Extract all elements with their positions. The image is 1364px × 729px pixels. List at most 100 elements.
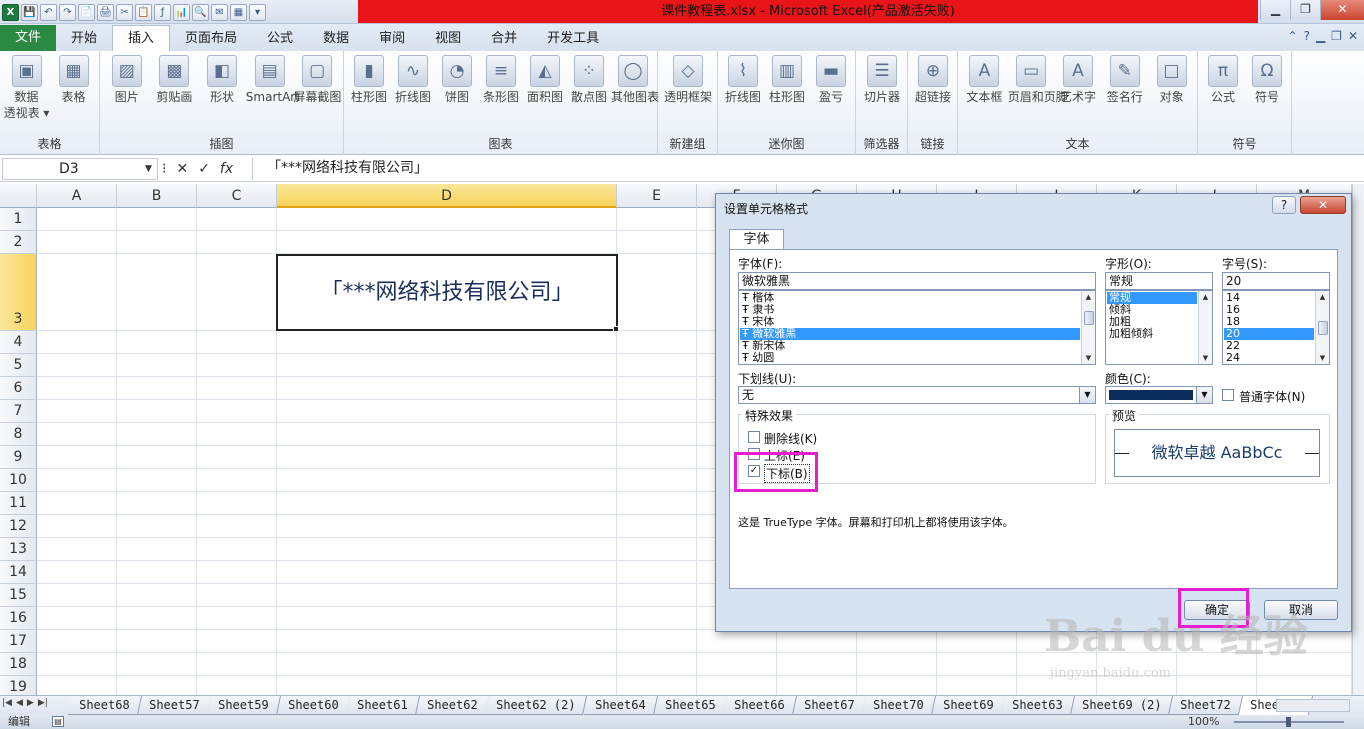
ribbon-button-2-1[interactable]: ∿ 折线图	[391, 55, 435, 105]
row-header-5[interactable]: 5	[0, 354, 37, 377]
first-sheet-icon[interactable]: |◀	[2, 698, 12, 708]
ribbon-button-5-0[interactable]: ☰ 切片器	[859, 55, 905, 105]
horizontal-scrollbar[interactable]	[1276, 699, 1350, 712]
list-item[interactable]: Ŧ 幼圆	[740, 352, 1080, 364]
sheet-tab-Sheet62[interactable]: Sheet62	[415, 696, 490, 715]
fill-handle[interactable]	[613, 326, 619, 332]
scroll-up-icon[interactable]: ▲	[1316, 291, 1329, 303]
ribbon-button-0-1[interactable]: ▦ 表格	[50, 55, 97, 105]
strikethrough-checkbox[interactable]	[748, 431, 760, 443]
sheet-tab-Sheet63[interactable]: Sheet63	[1001, 696, 1076, 715]
scroll-thumb[interactable]	[1318, 321, 1328, 335]
ribbon-button-4-1[interactable]: ▥ 柱形图	[765, 55, 809, 105]
row-header-16[interactable]: 16	[0, 607, 37, 630]
column-header-D[interactable]: D	[277, 184, 617, 208]
row-header-3[interactable]: 3	[0, 254, 37, 331]
row-header-18[interactable]: 18	[0, 653, 37, 676]
row-header-1[interactable]: 1	[0, 208, 37, 231]
ribbon-button-1-1[interactable]: ▩ 剪贴画	[151, 55, 199, 105]
help-icon[interactable]: ?	[1304, 29, 1310, 43]
scroll-up-icon[interactable]: ▲	[1082, 291, 1095, 303]
ribbon-button-4-0[interactable]: ⌇ 折线图	[721, 55, 765, 105]
column-header-B[interactable]: B	[117, 184, 197, 208]
tab-1[interactable]: 开始	[56, 26, 112, 51]
qat-icon-13[interactable]: ▾	[249, 3, 266, 21]
column-header-E[interactable]: E	[617, 184, 697, 208]
sheet-tab-Sheet64[interactable]: Sheet64	[583, 696, 658, 715]
ribbon-button-4-2[interactable]: ▬ 盈亏	[809, 55, 853, 105]
qat-icon-5[interactable]: 🖨	[97, 3, 114, 21]
qat-icon-12[interactable]: ▦	[230, 3, 247, 21]
style-input[interactable]: 常规	[1105, 272, 1213, 290]
ribbon-button-8-0[interactable]: π 公式	[1201, 55, 1245, 105]
ribbon-button-1-4[interactable]: ▢ 屏幕截图	[293, 55, 341, 105]
ribbon-button-7-4[interactable]: □ 对象	[1148, 55, 1195, 105]
select-all-corner[interactable]	[0, 184, 37, 208]
size-input[interactable]: 20	[1222, 272, 1330, 290]
workbook-minimize-icon[interactable]: ▁	[1316, 29, 1325, 43]
qat-icon-10[interactable]: 🔍	[192, 3, 209, 21]
ribbon-button-1-3[interactable]: ▤ SmartArt	[246, 55, 300, 105]
ribbon-button-7-0[interactable]: A 文本框	[961, 55, 1008, 105]
sheet-tab-Sheet67[interactable]: Sheet67	[792, 696, 867, 715]
workbook-close-icon[interactable]: ✕	[1348, 29, 1358, 43]
row-header-17[interactable]: 17	[0, 630, 37, 653]
ribbon-button-1-0[interactable]: ▨ 图片	[103, 55, 151, 105]
scroll-up-icon[interactable]: ▲	[1199, 291, 1212, 303]
chevron-down-icon[interactable]: ▼	[1079, 387, 1095, 403]
scroll-down-icon[interactable]: ▼	[1199, 352, 1212, 364]
tab-6[interactable]: 审阅	[364, 26, 420, 51]
ribbon-button-7-2[interactable]: A 艺术字	[1055, 55, 1102, 105]
row-header-7[interactable]: 7	[0, 400, 37, 423]
macro-record-icon[interactable]: ▤	[52, 716, 64, 727]
close-button[interactable]: ✕	[1320, 0, 1364, 20]
qat-icon-7[interactable]: 📋	[135, 3, 152, 21]
ribbon-button-0-0[interactable]: ▣ 数据 透视表 ▾	[3, 55, 50, 121]
list-scrollbar[interactable]: ▲ ▼	[1081, 291, 1095, 364]
tab-3[interactable]: 页面布局	[170, 26, 252, 51]
row-header-8[interactable]: 8	[0, 423, 37, 446]
ribbon-button-7-3[interactable]: ✎ 签名行	[1101, 55, 1148, 105]
row-header-2[interactable]: 2	[0, 231, 37, 254]
minimize-ribbon-icon[interactable]: ⌃	[1288, 29, 1298, 43]
sheet-tab-Sheet59[interactable]: Sheet59	[207, 696, 281, 715]
size-list[interactable]: 14 16 18 20 22 24 ▲ ▼	[1222, 290, 1330, 365]
dialog-help-button[interactable]: ?	[1272, 196, 1296, 214]
qat-icon-2[interactable]: ↶	[40, 3, 57, 21]
sheet-tab-Sheet65[interactable]: Sheet65	[653, 696, 728, 715]
row-header-6[interactable]: 6	[0, 377, 37, 400]
chevron-down-icon[interactable]: ▼	[145, 159, 152, 179]
sheet-tab-Sheet68[interactable]: Sheet68	[67, 696, 142, 715]
chevron-down-icon[interactable]: ▼	[1196, 387, 1212, 403]
tab-0[interactable]: 文件	[0, 25, 56, 51]
workbook-restore-icon[interactable]: ❐	[1331, 29, 1342, 43]
ribbon-button-7-1[interactable]: ▭ 页眉和页脚	[1008, 55, 1068, 105]
sheet-tab-Sheet70[interactable]: Sheet70	[862, 696, 936, 715]
list-item[interactable]: 加粗倾斜	[1107, 328, 1197, 340]
tab-8[interactable]: 合并	[476, 26, 532, 51]
tab-2[interactable]: 插入	[112, 25, 171, 51]
ribbon-button-1-2[interactable]: ◧ 形状	[198, 55, 246, 105]
qat-icon-8[interactable]: ƒ	[154, 3, 171, 21]
tab-4[interactable]: 公式	[252, 26, 308, 51]
ribbon-button-2-2[interactable]: ◔ 饼图	[435, 55, 479, 105]
row-header-13[interactable]: 13	[0, 538, 37, 561]
row-header-19[interactable]: 19	[0, 676, 37, 695]
sheet-tab-Sheet72[interactable]: Sheet72	[1169, 696, 1244, 715]
row-header-11[interactable]: 11	[0, 492, 37, 515]
list-scrollbar[interactable]: ▲ ▼	[1198, 291, 1212, 364]
normal-font-checkbox[interactable]	[1222, 389, 1234, 401]
row-header-10[interactable]: 10	[0, 469, 37, 492]
prev-sheet-icon[interactable]: ◀	[16, 698, 23, 708]
list-item[interactable]: Ŧ 隶书	[740, 304, 1080, 316]
row-header-4[interactable]: 4	[0, 331, 37, 354]
font-name-input[interactable]: 微软雅黑	[738, 272, 1096, 290]
cancel-button[interactable]: 取消	[1264, 600, 1338, 620]
list-item[interactable]: Ŧ 新宋体	[740, 340, 1080, 352]
sheet-tab-Sheet60[interactable]: Sheet60	[276, 696, 351, 715]
dialog-close-button[interactable]: ✕	[1300, 196, 1346, 214]
list-item[interactable]: Ŧ 微软雅黑	[740, 328, 1080, 340]
ribbon-button-2-0[interactable]: ▮ 柱形图	[347, 55, 391, 105]
row-header-9[interactable]: 9	[0, 446, 37, 469]
ribbon-button-2-5[interactable]: ⁘ 散点图	[567, 55, 611, 105]
